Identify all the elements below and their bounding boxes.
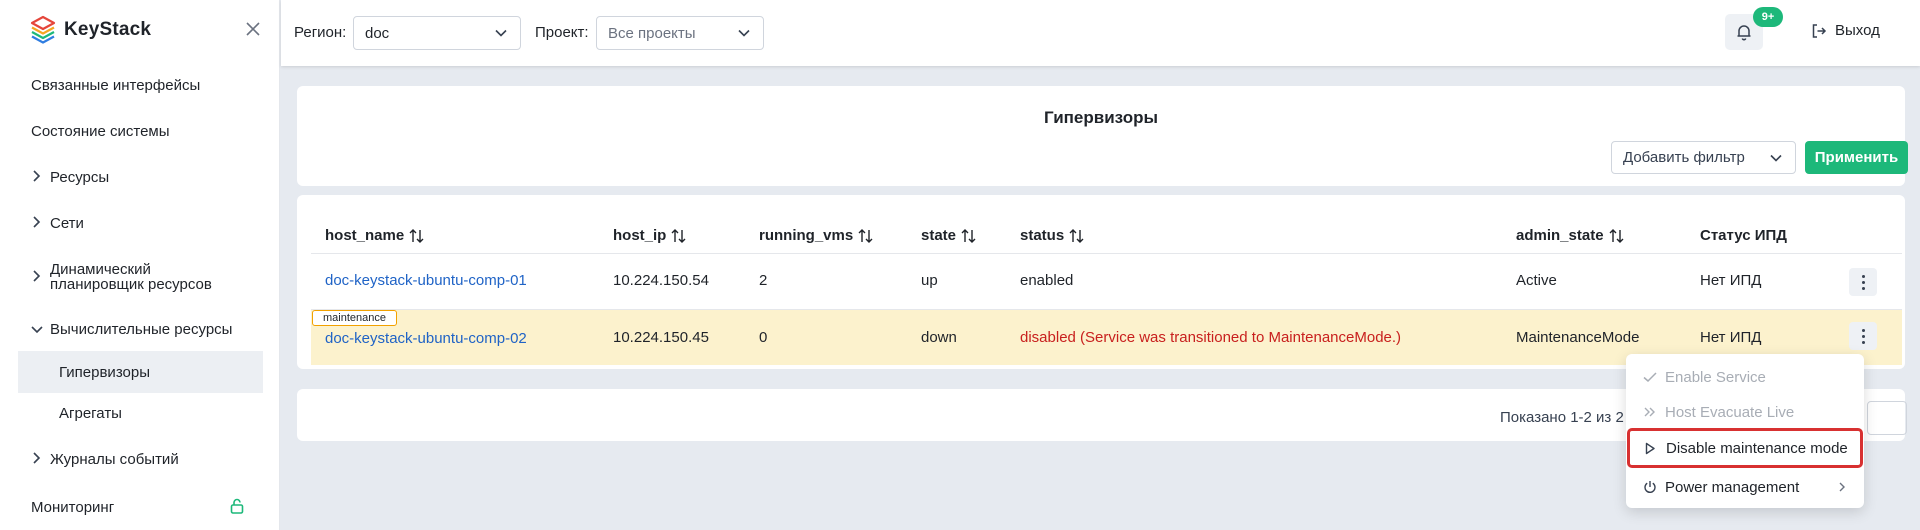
app-name: KeyStack xyxy=(64,19,152,40)
sidebar-item-dynamic-scheduler[interactable]: Динамический планировщик ресурсов xyxy=(18,261,263,293)
chevron-down-icon xyxy=(737,26,751,44)
logout-icon xyxy=(1812,23,1827,38)
chevron-right-icon xyxy=(31,215,47,232)
column-header-admin-state[interactable]: admin_state xyxy=(1516,227,1624,244)
sort-icon xyxy=(1069,228,1084,243)
page-title: Гипервизоры xyxy=(1044,108,1158,127)
logo[interactable]: KeyStack xyxy=(30,14,151,46)
status-cell: disabled (Service was transitioned to Ma… xyxy=(1020,329,1402,346)
sidebar-item-event-logs[interactable]: Журналы событий xyxy=(18,451,263,467)
sidebar-item-monitoring[interactable]: Мониторинг xyxy=(18,499,263,515)
chevron-down-icon xyxy=(31,321,47,338)
notifications-badge: 9+ xyxy=(1753,7,1783,27)
row-actions-button[interactable] xyxy=(1849,268,1877,296)
sidebar-item-system-status[interactable]: Состояние системы xyxy=(18,123,263,139)
sort-icon xyxy=(671,228,686,243)
menu-item-enable-service[interactable]: Enable Service xyxy=(1626,360,1864,394)
host-name-link[interactable]: doc-keystack-ubuntu-comp-02 xyxy=(325,330,527,347)
sidebar-item-hypervisors[interactable]: Гипервизоры xyxy=(18,351,263,393)
state-cell: up xyxy=(921,272,938,289)
region-select[interactable]: doc xyxy=(353,16,521,50)
menu-item-host-evacuate-live[interactable]: Host Evacuate Live xyxy=(1626,395,1864,429)
sidebar-item-aggregates[interactable]: Агрегаты xyxy=(18,405,263,421)
host-name-link[interactable]: doc-keystack-ubuntu-comp-01 xyxy=(325,272,527,289)
more-vertical-icon xyxy=(1861,328,1865,332)
column-header-host-ip[interactable]: host_ip xyxy=(613,227,686,244)
chevron-right-icon xyxy=(31,169,47,186)
column-header-state[interactable]: state xyxy=(921,227,976,244)
hypervisors-table: host_name host_ip running_vms state stat… xyxy=(297,195,1905,369)
sidebar-item-compute[interactable]: Вычислительные ресурсы xyxy=(18,321,263,337)
region-label: Регион: xyxy=(294,24,347,41)
admin-state-cell: MaintenanceMode xyxy=(1516,329,1640,346)
chevron-right-icon xyxy=(31,451,47,468)
project-select[interactable]: Все проекты xyxy=(596,16,764,50)
logout-button[interactable]: Выход xyxy=(1811,22,1880,39)
column-header-status[interactable]: status xyxy=(1020,227,1084,244)
admin-state-cell: Active xyxy=(1516,272,1557,289)
maintenance-tag: maintenance xyxy=(312,310,397,326)
sidebar-item-resources[interactable]: Ресурсы xyxy=(18,169,263,185)
play-icon xyxy=(1644,442,1658,455)
apply-button[interactable]: Применить xyxy=(1805,141,1908,174)
status-cell: enabled xyxy=(1020,272,1074,289)
table-row: doc-keystack-ubuntu-comp-01 10.224.150.5… xyxy=(311,254,1902,309)
top-header: Регион: doc Проект: Все проекты 9+ Выход xyxy=(281,0,1920,66)
chevron-down-icon xyxy=(1769,151,1783,169)
lock-icon xyxy=(230,498,244,518)
page-size-select[interactable] xyxy=(1867,401,1907,435)
running-vms-cell: 0 xyxy=(759,329,768,346)
chevron-down-icon xyxy=(494,26,508,44)
column-header-ipd-status: Статус ИПД xyxy=(1700,227,1787,244)
sort-icon xyxy=(1609,228,1624,243)
state-cell: down xyxy=(921,329,957,346)
sort-icon xyxy=(409,228,424,243)
menu-item-disable-maintenance-mode[interactable]: Disable maintenance mode xyxy=(1627,428,1863,468)
chevron-right-icon xyxy=(1838,479,1846,495)
bell-icon xyxy=(1737,25,1751,41)
power-icon xyxy=(1643,480,1657,494)
sidebar-item-linked-interfaces[interactable]: Связанные интерфейсы xyxy=(18,77,263,93)
check-icon xyxy=(1643,371,1657,383)
page-header-card: Гипервизоры Добавить фильтр Применить xyxy=(297,86,1908,186)
menu-item-power-management[interactable]: Power management xyxy=(1626,470,1864,504)
project-label: Проект: xyxy=(535,24,589,41)
add-filter-select[interactable]: Добавить фильтр xyxy=(1611,141,1796,174)
running-vms-cell: 2 xyxy=(759,272,768,289)
sidebar: KeyStack Связанные интерфейсы Состояние … xyxy=(0,0,280,530)
sort-icon xyxy=(858,228,873,243)
host-ip-cell: 10.224.150.54 xyxy=(613,272,709,289)
sort-icon xyxy=(961,228,976,243)
ipd-status-cell: Нет ИПД xyxy=(1700,272,1762,289)
double-chevron-right-icon xyxy=(1643,406,1657,418)
chevron-right-icon xyxy=(31,269,47,286)
ipd-status-cell: Нет ИПД xyxy=(1700,329,1762,346)
row-actions-menu: Enable Service Host Evacuate Live Disabl… xyxy=(1626,354,1864,508)
host-ip-cell: 10.224.150.45 xyxy=(613,329,709,346)
pagination-summary: Показано 1-2 из 2 xyxy=(1500,409,1624,426)
more-vertical-icon xyxy=(1861,274,1865,278)
column-header-host-name[interactable]: host_name xyxy=(325,227,424,244)
row-actions-button[interactable] xyxy=(1849,322,1877,350)
keystack-logo-icon xyxy=(30,15,56,44)
sidebar-item-networks[interactable]: Сети xyxy=(18,215,263,231)
column-header-running-vms[interactable]: running_vms xyxy=(759,227,873,244)
close-icon[interactable] xyxy=(243,19,263,39)
